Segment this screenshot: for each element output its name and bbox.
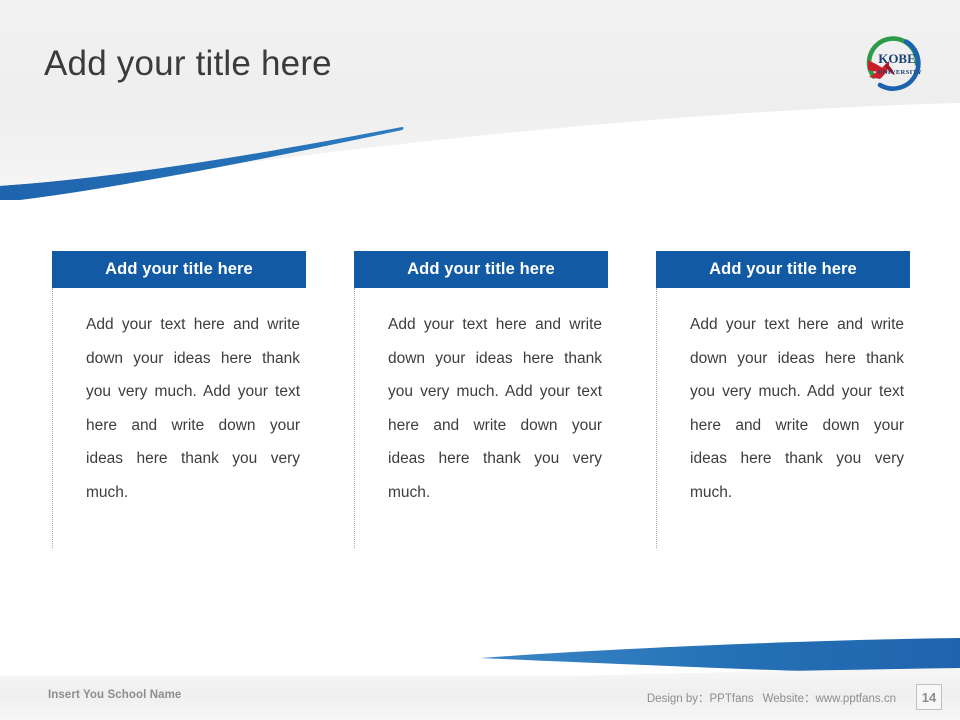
content-card-2[interactable]: Add your title here Add your text here a…	[354, 251, 608, 556]
page-number-badge: 14	[916, 684, 942, 710]
footer-website: Website：www.pptfans.cn	[762, 693, 896, 705]
top-blue-swoosh	[0, 128, 400, 196]
footer-credits: Design by：PPTfans Website：www.pptfans.cn	[647, 690, 896, 706]
card-1-body: Add your text here and write down your i…	[52, 288, 306, 556]
card-2-text: Add your text here and write down your i…	[388, 316, 602, 501]
card-1-text: Add your text here and write down your i…	[86, 316, 300, 501]
kobe-university-logo: KOBE UNIVERSITY	[866, 36, 922, 91]
card-3-body: Add your text here and write down your i…	[656, 288, 910, 556]
card-2-header: Add your title here	[354, 251, 608, 288]
page-title: Add your title here	[44, 44, 332, 83]
card-3-header: Add your title here	[656, 251, 910, 288]
slide-canvas: Add your title here KOBE UNIVERSITY Add …	[0, 0, 960, 720]
card-1-header: Add your title here	[52, 251, 306, 288]
card-2-body: Add your text here and write down your i…	[354, 288, 608, 556]
footer-school-name: Insert You School Name	[48, 689, 182, 701]
footer-design-by: Design by：PPTfans	[646, 693, 754, 705]
content-cards: Add your title here Add your text here a…	[0, 251, 960, 571]
bottom-blue-swoosh	[480, 638, 960, 676]
slide-footer: Insert You School Name Design by：PPTfans…	[0, 676, 960, 720]
content-card-3[interactable]: Add your title here Add your text here a…	[656, 251, 910, 556]
top-blue-swoosh-body	[0, 127, 404, 200]
logo-wordmark-university: UNIVERSITY	[878, 69, 922, 76]
card-3-text: Add your text here and write down your i…	[690, 316, 904, 501]
logo-wordmark-kobe: KOBE	[878, 51, 916, 66]
content-card-1[interactable]: Add your title here Add your text here a…	[52, 251, 306, 556]
header-band	[0, 0, 960, 195]
